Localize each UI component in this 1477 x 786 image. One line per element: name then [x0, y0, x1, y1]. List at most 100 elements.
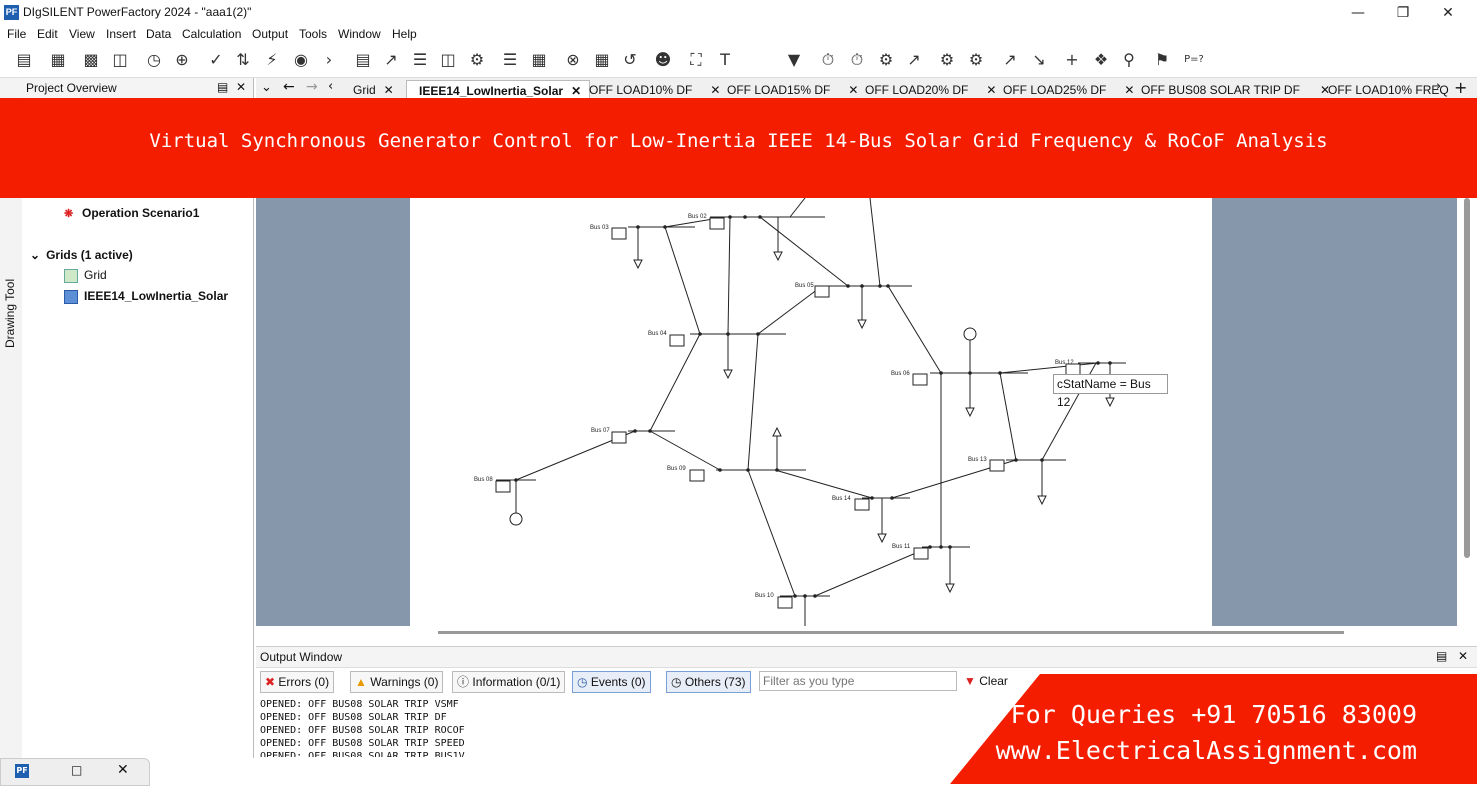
tree-grid-item[interactable]: Grid [64, 268, 107, 283]
library-icon[interactable]: ☰ [410, 50, 430, 70]
flag-icon[interactable]: ⚑ [1152, 50, 1172, 70]
menu-window[interactable]: Window [338, 27, 381, 41]
settings-doc-icon[interactable]: ⚙ [467, 50, 487, 70]
project-icon[interactable]: ▤ [14, 50, 34, 70]
close-icon[interactable]: ✕ [117, 762, 129, 778]
sim-plot-icon[interactable]: ↗ [904, 50, 924, 70]
tab-scroll-left-icon[interactable]: ‹ [328, 79, 333, 94]
bus-label: Bus 09 [667, 466, 686, 472]
tab-scroll-right-icon[interactable]: › [1436, 79, 1441, 94]
tab-off-load15-df[interactable]: OFF LOAD15% DF ✕ [727, 80, 858, 100]
add-element-icon[interactable]: + [1062, 50, 1082, 70]
tab-off-load20-df[interactable]: OFF LOAD20% DF ✕ [865, 80, 996, 100]
menu-output[interactable]: Output [252, 27, 288, 41]
taskbar-preview[interactable]: PF □ ✕ [0, 758, 150, 786]
menu-tools[interactable]: Tools [299, 27, 327, 41]
warnings-filter-button[interactable]: ▲ Warnings (0) [350, 671, 444, 693]
run-simulation-icon[interactable]: ⏱ [847, 50, 867, 70]
drawing-tools-tab[interactable]: Drawing Tool [3, 238, 19, 358]
search-icon[interactable]: ⚲ [1119, 50, 1139, 70]
compare-icon[interactable]: ◫ [438, 50, 458, 70]
save-icon[interactable]: ▦ [529, 50, 549, 70]
import-icon[interactable]: ↘ [1029, 50, 1049, 70]
table-icon[interactable]: ▦ [48, 50, 68, 70]
text-icon[interactable]: T [715, 50, 735, 70]
pin-icon[interactable]: ▤ [1436, 649, 1447, 663]
harmonics-icon[interactable]: ⚙ [966, 50, 986, 70]
banner-text: Virtual Synchronous Generator Control fo… [149, 130, 1328, 152]
forward-arrow-icon[interactable]: → [306, 79, 318, 95]
pe-icon[interactable]: P=? [1184, 50, 1204, 70]
clock-icon[interactable]: ◷ [144, 50, 164, 70]
tree-operation-scenario[interactable]: ❋ Operation Scenario1 [64, 206, 199, 220]
load-flow-icon[interactable]: ⇅ [233, 50, 253, 70]
menu-insert[interactable]: Insert [106, 27, 136, 41]
modal-icon[interactable]: ⚙ [937, 50, 957, 70]
add-tab-icon[interactable]: + [1454, 78, 1467, 97]
cancel-circle-icon[interactable]: ⊗ [563, 50, 583, 70]
horizontal-scrollbar[interactable] [438, 631, 1344, 634]
panel-close-icon[interactable]: ✕ [236, 80, 246, 94]
diagram-page[interactable]: Bus 03 Bus 02 Bus 05 Bus 04 Bus 06 Bus 1… [410, 197, 1212, 626]
events-filter-button[interactable]: ◷ Events (0) [572, 671, 651, 693]
user-icon[interactable]: ☻ [653, 50, 673, 70]
close-icon[interactable]: ✕ [1124, 83, 1134, 97]
lightning-icon[interactable]: ⚡ [262, 50, 282, 70]
network-data-icon[interactable]: ▩ [81, 50, 101, 70]
tree-grids[interactable]: ⌄ Grids (1 active) [30, 248, 133, 262]
filter-input[interactable] [759, 671, 957, 691]
tree-ieee14-item[interactable]: IEEE14_LowInertia_Solar [64, 289, 228, 304]
sim-settings-icon[interactable]: ⚙ [876, 50, 896, 70]
menu-data[interactable]: Data [146, 27, 171, 41]
close-icon[interactable]: ✕ [1426, 2, 1470, 24]
bus-label: Bus 06 [891, 371, 910, 377]
tab-off-load10-df[interactable]: OFF LOAD10% DF ✕ [589, 80, 720, 100]
plot-icon[interactable]: ↗ [381, 50, 401, 70]
tab-list-chevron-icon[interactable]: ⌄ [261, 80, 272, 95]
report-icon[interactable]: ▤ [353, 50, 373, 70]
tab-off-load25-df[interactable]: OFF LOAD25% DF ✕ [1003, 80, 1134, 100]
close-icon[interactable]: ✕ [848, 83, 858, 97]
export-icon[interactable]: ↗ [1000, 50, 1020, 70]
menu-calculation[interactable]: Calculation [182, 27, 241, 41]
back-arrow-icon[interactable]: ← [283, 79, 295, 95]
single-line-diagram[interactable]: Bus 03 Bus 02 Bus 05 Bus 04 Bus 06 Bus 1… [410, 197, 1212, 626]
location-icon[interactable]: ◉ [291, 50, 311, 70]
database-icon[interactable]: ☰ [500, 50, 520, 70]
check-document-icon[interactable]: ✓ [206, 50, 226, 70]
calculator-icon[interactable]: ▦ [592, 50, 612, 70]
undo-icon[interactable]: ↺ [620, 50, 640, 70]
restore-icon[interactable]: ❐ [1381, 2, 1425, 24]
information-filter-button[interactable]: ⓘ Information (0/1) [452, 671, 566, 693]
target-icon[interactable]: ⊕ [172, 50, 192, 70]
tab-off-bus08-solar-trip-df[interactable]: OFF BUS08 SOLAR TRIP DF ✕ [1141, 80, 1330, 100]
menu-edit[interactable]: Edit [37, 27, 58, 41]
pin-icon[interactable]: ▤ [217, 80, 228, 94]
pv-generator-icon[interactable] [963, 327, 977, 341]
zoom-fit-icon[interactable]: ⛶ [686, 50, 706, 70]
close-icon[interactable]: ✕ [384, 83, 394, 97]
others-filter-button[interactable]: ◷ Others (73) [666, 671, 751, 693]
simulation-icon[interactable]: ⏱ [818, 50, 838, 70]
menu-file[interactable]: File [7, 27, 26, 41]
panel-close-icon[interactable]: ✕ [1458, 649, 1468, 663]
menu-help[interactable]: Help [392, 27, 417, 41]
dropdown-icon[interactable]: ▼ [784, 50, 804, 70]
chevron-down-icon[interactable]: ⌄ [30, 248, 40, 262]
close-icon[interactable]: ✕ [986, 83, 996, 97]
vertical-scrollbar[interactable] [1464, 198, 1470, 558]
log-line: OPENED: OFF BUS08 SOLAR TRIP VSMF [260, 699, 459, 710]
pv-generator-icon[interactable] [509, 512, 523, 526]
app-icon: PF [15, 764, 29, 778]
grid-settings-icon[interactable]: ◫ [110, 50, 130, 70]
tab-grid[interactable]: Grid ✕ [353, 80, 394, 100]
tab-off-load10-freq[interactable]: OFF LOAD10% FREQ [1328, 80, 1449, 100]
close-icon[interactable]: ✕ [571, 84, 581, 98]
menu-view[interactable]: View [69, 27, 95, 41]
close-icon[interactable]: ✕ [710, 83, 720, 97]
errors-filter-button[interactable]: ✖ Errors (0) [260, 671, 335, 693]
minimize-icon[interactable]: — [1336, 2, 1380, 24]
script-icon[interactable]: › [319, 50, 339, 70]
network-reduce-icon[interactable]: ❖ [1091, 50, 1111, 70]
restore-icon[interactable]: □ [71, 763, 82, 777]
